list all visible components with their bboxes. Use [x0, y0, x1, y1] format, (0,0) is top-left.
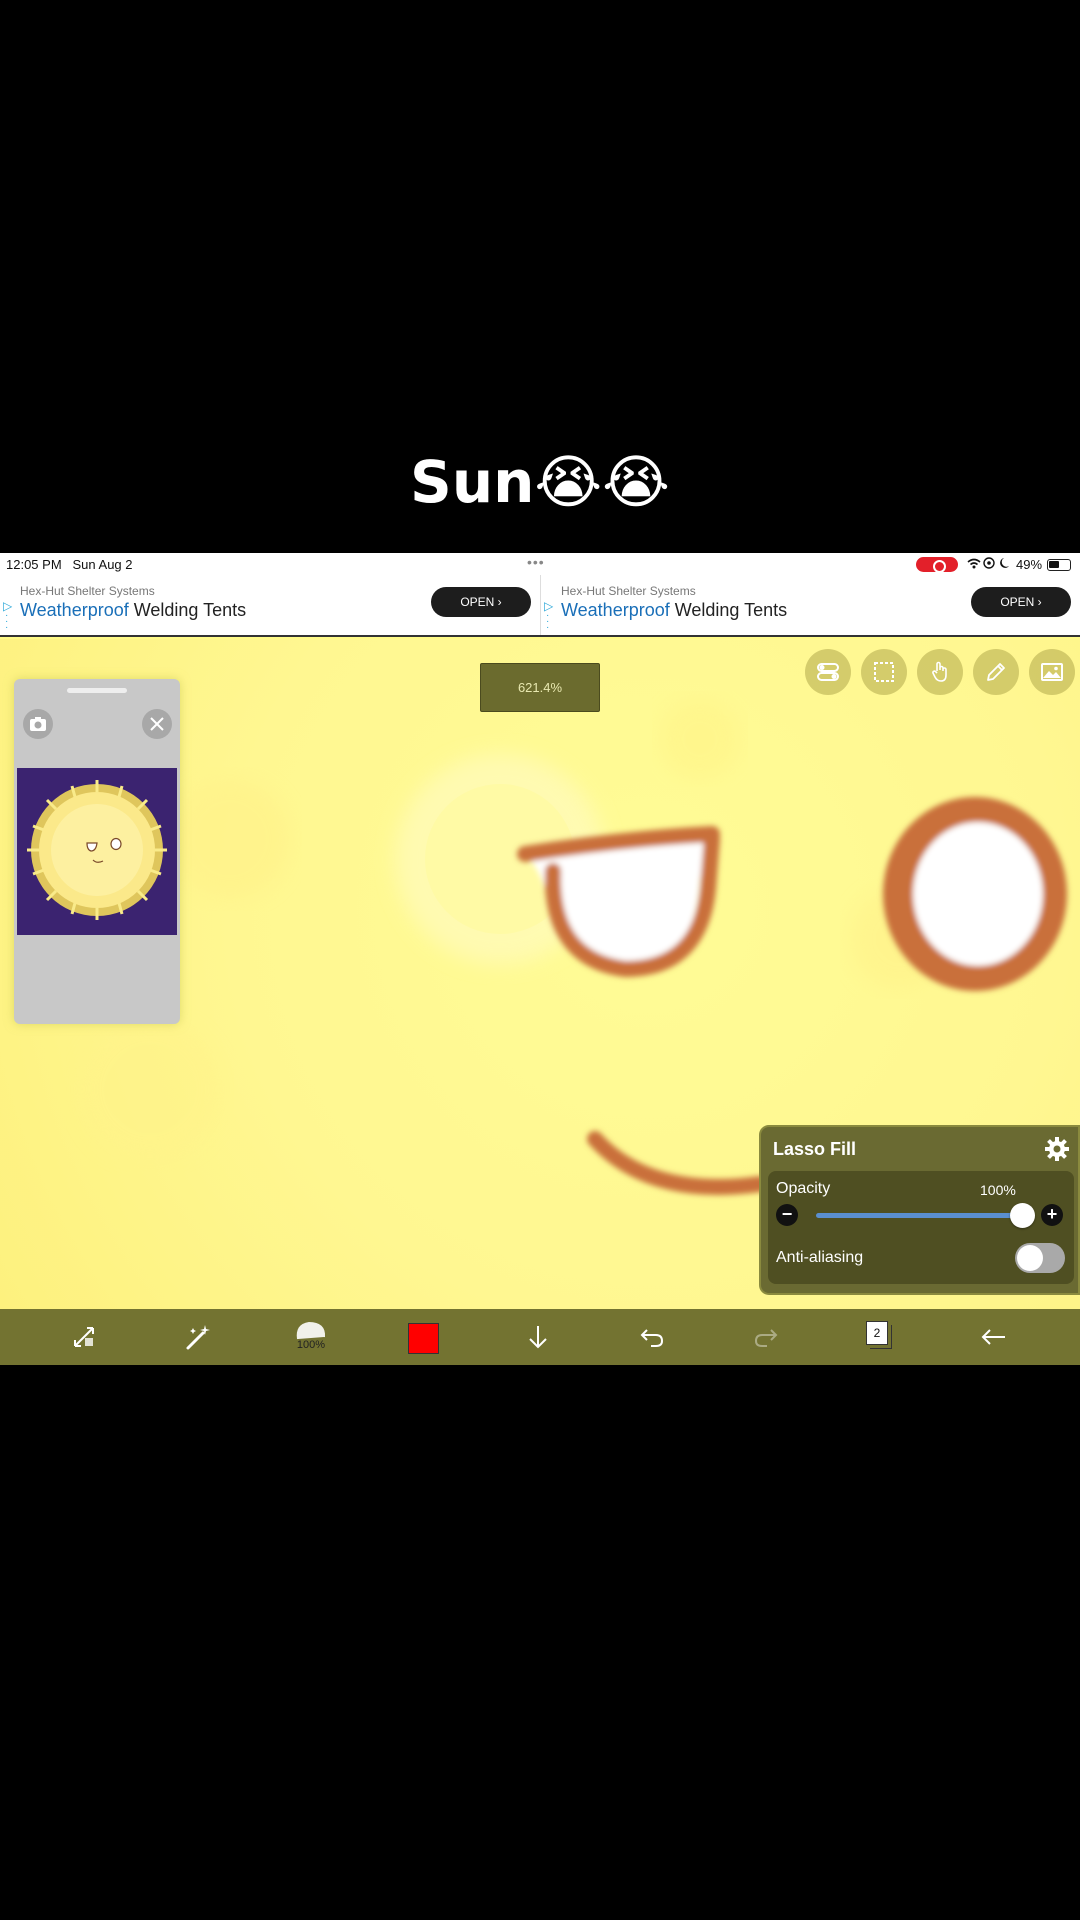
reference-drag-handle[interactable] — [67, 688, 127, 693]
battery-icon — [1047, 559, 1071, 571]
opacity-value: 100% — [980, 1182, 1016, 1198]
ad-open-button[interactable]: OPEN › — [971, 587, 1071, 617]
screen-record-icon — [916, 557, 958, 573]
ad-menu-icon[interactable]: · · · — [546, 611, 549, 633]
opacity-label: Opacity — [776, 1180, 831, 1197]
panel-title: Lasso Fill — [773, 1139, 857, 1159]
close-icon[interactable] — [142, 709, 172, 739]
layers-button[interactable]: 2 — [866, 1321, 894, 1351]
back-arrow-icon[interactable] — [972, 1315, 1016, 1359]
drawing-canvas[interactable]: 621.4% Lasso Fill Opacity 100% − + Anti-… — [0, 639, 1080, 1309]
arrow-down-icon[interactable] — [516, 1315, 560, 1359]
reference-image — [17, 768, 177, 935]
layer-count: 2 — [866, 1321, 888, 1345]
status-bar: 12:05 PM Sun Aug 2 ••• 49% — [0, 553, 1080, 575]
settings-toggle-icon[interactable] — [805, 649, 851, 695]
hand-gesture-icon[interactable] — [917, 649, 963, 695]
ad-headline[interactable]: Weatherproof Welding Tents — [561, 600, 787, 621]
antialiasing-label: Anti-aliasing — [776, 1249, 864, 1266]
status-time: 12:05 PM Sun Aug 2 — [6, 557, 133, 572]
image-icon[interactable] — [1029, 649, 1075, 695]
app-screen: 12:05 PM Sun Aug 2 ••• 49% ▷ · · · Hex-Hut… — [0, 553, 1080, 1365]
lasso-fill-panel[interactable]: Lasso Fill Opacity 100% − + Anti-aliasin… — [759, 1125, 1080, 1295]
opacity-decrease-button[interactable]: − — [776, 1204, 798, 1226]
reference-panel[interactable] — [14, 679, 180, 1024]
battery-percent: 49% — [1016, 557, 1043, 572]
lasso-settings: Opacity 100% − + Anti-aliasing — [768, 1171, 1074, 1284]
ad-headline[interactable]: Weatherproof Welding Tents — [20, 600, 246, 621]
video-caption: Sun😭😭 — [410, 448, 670, 516]
bottom-toolbar: 100% 2 — [0, 1309, 1080, 1365]
gear-icon[interactable] — [1043, 1135, 1071, 1163]
multitask-dots-icon[interactable]: ••• — [527, 554, 545, 570]
antialiasing-toggle[interactable] — [1015, 1243, 1065, 1273]
color-swatch[interactable] — [408, 1323, 439, 1354]
opacity-increase-button[interactable]: + — [1041, 1204, 1063, 1226]
ad-banner[interactable]: ▷ · · · Hex-Hut Shelter Systems Weatherpro… — [0, 575, 1080, 637]
ad-unit[interactable]: ▷ · · · Hex-Hut Shelter Systems Weatherpro… — [0, 575, 540, 635]
pencil-icon[interactable] — [973, 649, 1019, 695]
redo-icon[interactable] — [744, 1315, 788, 1359]
ad-menu-icon[interactable]: · · · — [5, 611, 8, 633]
ad-sponsor: Hex-Hut Shelter Systems — [20, 584, 155, 598]
opacity-slider-knob[interactable] — [1010, 1203, 1035, 1228]
transform-tool-icon[interactable] — [62, 1315, 106, 1359]
zoom-indicator: 621.4% — [480, 663, 600, 712]
selection-icon[interactable] — [861, 649, 907, 695]
undo-icon[interactable] — [630, 1315, 674, 1359]
ad-sponsor: Hex-Hut Shelter Systems — [561, 584, 696, 598]
wifi-icon — [966, 556, 1012, 573]
magic-wand-icon[interactable] — [176, 1315, 220, 1359]
opacity-slider[interactable] — [816, 1213, 1026, 1218]
brush-size-indicator[interactable]: 100% — [293, 1321, 329, 1355]
ad-unit[interactable]: ▷ · · · Hex-Hut Shelter Systems Weatherpro… — [540, 575, 1080, 635]
camera-icon[interactable] — [23, 709, 53, 739]
ad-open-button[interactable]: OPEN › — [431, 587, 531, 617]
